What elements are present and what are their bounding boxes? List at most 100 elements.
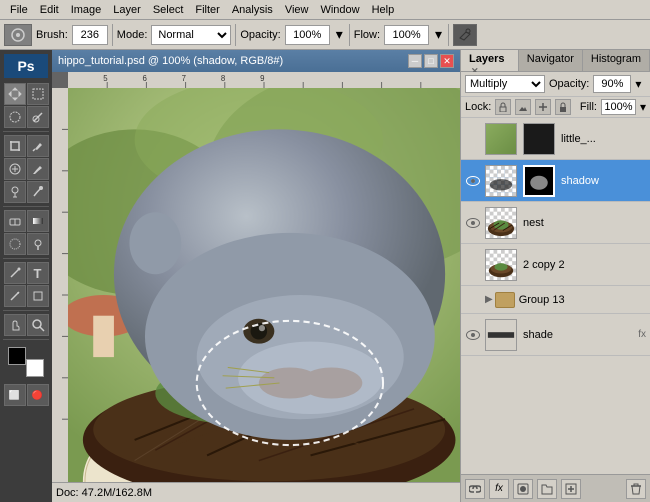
layer-eye-shadow[interactable] [465, 173, 481, 189]
layer-name-shadow: shadow [561, 175, 646, 187]
standard-mode[interactable]: ⬜ [4, 384, 26, 406]
lock-all-btn[interactable] [555, 99, 571, 115]
maximize-button[interactable]: □ [424, 54, 438, 68]
gradient-tool[interactable] [27, 210, 49, 232]
flow-input[interactable] [384, 25, 429, 45]
delete-layer-button[interactable] [626, 479, 646, 499]
dodge-tool[interactable] [27, 233, 49, 255]
flow-arrow[interactable]: ▾ [435, 26, 442, 43]
add-mask-button[interactable] [513, 479, 533, 499]
close-button[interactable]: ✕ [440, 54, 454, 68]
link-layers-button[interactable] [465, 479, 485, 499]
quick-select-tool[interactable] [27, 106, 49, 128]
layer-item-shadow[interactable]: shadow [461, 160, 650, 202]
canvas-title: hippo_tutorial.psd @ 100% (shadow, RGB/8… [58, 55, 283, 67]
menu-layer[interactable]: Layer [107, 2, 147, 18]
blend-mode-select[interactable]: Multiply Normal Screen Overlay [465, 75, 545, 93]
shape-tool[interactable] [27, 285, 49, 307]
canvas-content[interactable]: www.missyuan.com 设计别·教程网 [68, 88, 460, 502]
panel-bottom-bar: fx [461, 474, 650, 502]
quickmask-mode[interactable]: 🔴 [27, 384, 49, 406]
layer-name-nest: nest [523, 217, 646, 229]
clone-stamp-tool[interactable] [4, 181, 26, 203]
group-arrow-icon[interactable]: ▶ [485, 294, 493, 305]
opacity-dropdown-icon[interactable]: ▾ [635, 77, 641, 91]
lock-transparent-btn[interactable] [495, 99, 511, 115]
tab-navigator[interactable]: Navigator [519, 50, 583, 71]
hand-tool[interactable] [4, 314, 26, 336]
layer-item-group13[interactable]: ▶ Group 13 [461, 286, 650, 314]
path-select-tool[interactable] [4, 285, 26, 307]
zoom-tool[interactable] [27, 314, 49, 336]
fill-label: Fill: [580, 101, 597, 113]
layer-eye-shade[interactable] [465, 327, 481, 343]
move-tool[interactable] [4, 83, 26, 105]
layer-eye-little[interactable] [465, 131, 481, 147]
mode-select[interactable]: Normal Multiply Screen [151, 25, 231, 45]
status-text: Doc: 47.2M/162.8M [56, 487, 152, 499]
pen-tool[interactable] [4, 262, 26, 284]
tab-histogram[interactable]: Histogram [583, 50, 650, 71]
layer-eye-group13[interactable] [465, 292, 481, 308]
menu-window[interactable]: Window [314, 2, 365, 18]
color-swatch[interactable] [8, 347, 44, 377]
airbrush-toggle[interactable] [453, 24, 477, 46]
flow-label: Flow: [354, 29, 380, 41]
menu-view[interactable]: View [279, 2, 315, 18]
text-tool[interactable]: T [27, 262, 49, 284]
lasso-tool[interactable] [27, 83, 49, 105]
svg-text:8: 8 [221, 74, 226, 83]
eraser-tool[interactable] [4, 210, 26, 232]
brush-size-input[interactable] [72, 25, 108, 45]
layer-thumb-nest [485, 207, 517, 239]
eyedropper-tool[interactable] [27, 135, 49, 157]
opacity-toolbar-input[interactable] [285, 25, 330, 45]
lock-label: Lock: [465, 101, 491, 113]
history-brush-tool[interactable] [27, 181, 49, 203]
menu-help[interactable]: Help [366, 2, 401, 18]
spot-heal-tool[interactable] [4, 158, 26, 180]
layer-eye-nest[interactable] [465, 215, 481, 231]
layer-item-little[interactable]: little_... [461, 118, 650, 160]
ps-logo: Ps [4, 54, 48, 78]
layer-item-shade[interactable]: shade fx [461, 314, 650, 356]
opacity-input[interactable] [593, 75, 631, 93]
lock-position-btn[interactable] [535, 99, 551, 115]
layer-item-nest[interactable]: nest [461, 202, 650, 244]
layer-item-2copy2[interactable]: 2 copy 2 [461, 244, 650, 286]
layer-mask-shadow [523, 165, 555, 197]
ruler-vertical [52, 88, 68, 502]
lock-image-btn[interactable] [515, 99, 531, 115]
tab-layers[interactable]: Layers ✕ [461, 50, 519, 71]
svg-text:9: 9 [260, 74, 265, 83]
menu-analysis[interactable]: Analysis [226, 2, 279, 18]
menu-filter[interactable]: Filter [189, 2, 225, 18]
opacity-label: Opacity: [549, 78, 589, 90]
lock-fill-row: Lock: Fill: ▾ [461, 97, 650, 118]
foreground-color[interactable] [8, 347, 26, 365]
opacity-arrow[interactable]: ▾ [336, 26, 343, 43]
group-folder-icon [495, 292, 515, 308]
layer-thumb-shadow [485, 165, 517, 197]
new-layer-button[interactable] [561, 479, 581, 499]
new-group-button[interactable] [537, 479, 557, 499]
menu-edit[interactable]: Edit [34, 2, 65, 18]
status-bar: Doc: 47.2M/162.8M [52, 482, 460, 502]
menu-select[interactable]: Select [147, 2, 190, 18]
svg-text:6: 6 [142, 74, 147, 83]
menu-image[interactable]: Image [65, 2, 108, 18]
layer-thumb-little [485, 123, 517, 155]
brush-tool-icon[interactable] [4, 24, 32, 46]
layer-eye-2copy2[interactable] [465, 257, 481, 273]
background-color[interactable] [26, 359, 44, 377]
brush-tool[interactable] [27, 158, 49, 180]
marquee-tool[interactable] [4, 106, 26, 128]
fill-input[interactable] [601, 99, 636, 115]
layer-name-little: little_... [561, 133, 646, 145]
layer-style-button[interactable]: fx [489, 479, 509, 499]
crop-tool[interactable] [4, 135, 26, 157]
minimize-button[interactable]: ─ [408, 54, 422, 68]
menu-file[interactable]: File [4, 2, 34, 18]
blur-tool[interactable] [4, 233, 26, 255]
fill-dropdown-icon[interactable]: ▾ [640, 100, 646, 114]
